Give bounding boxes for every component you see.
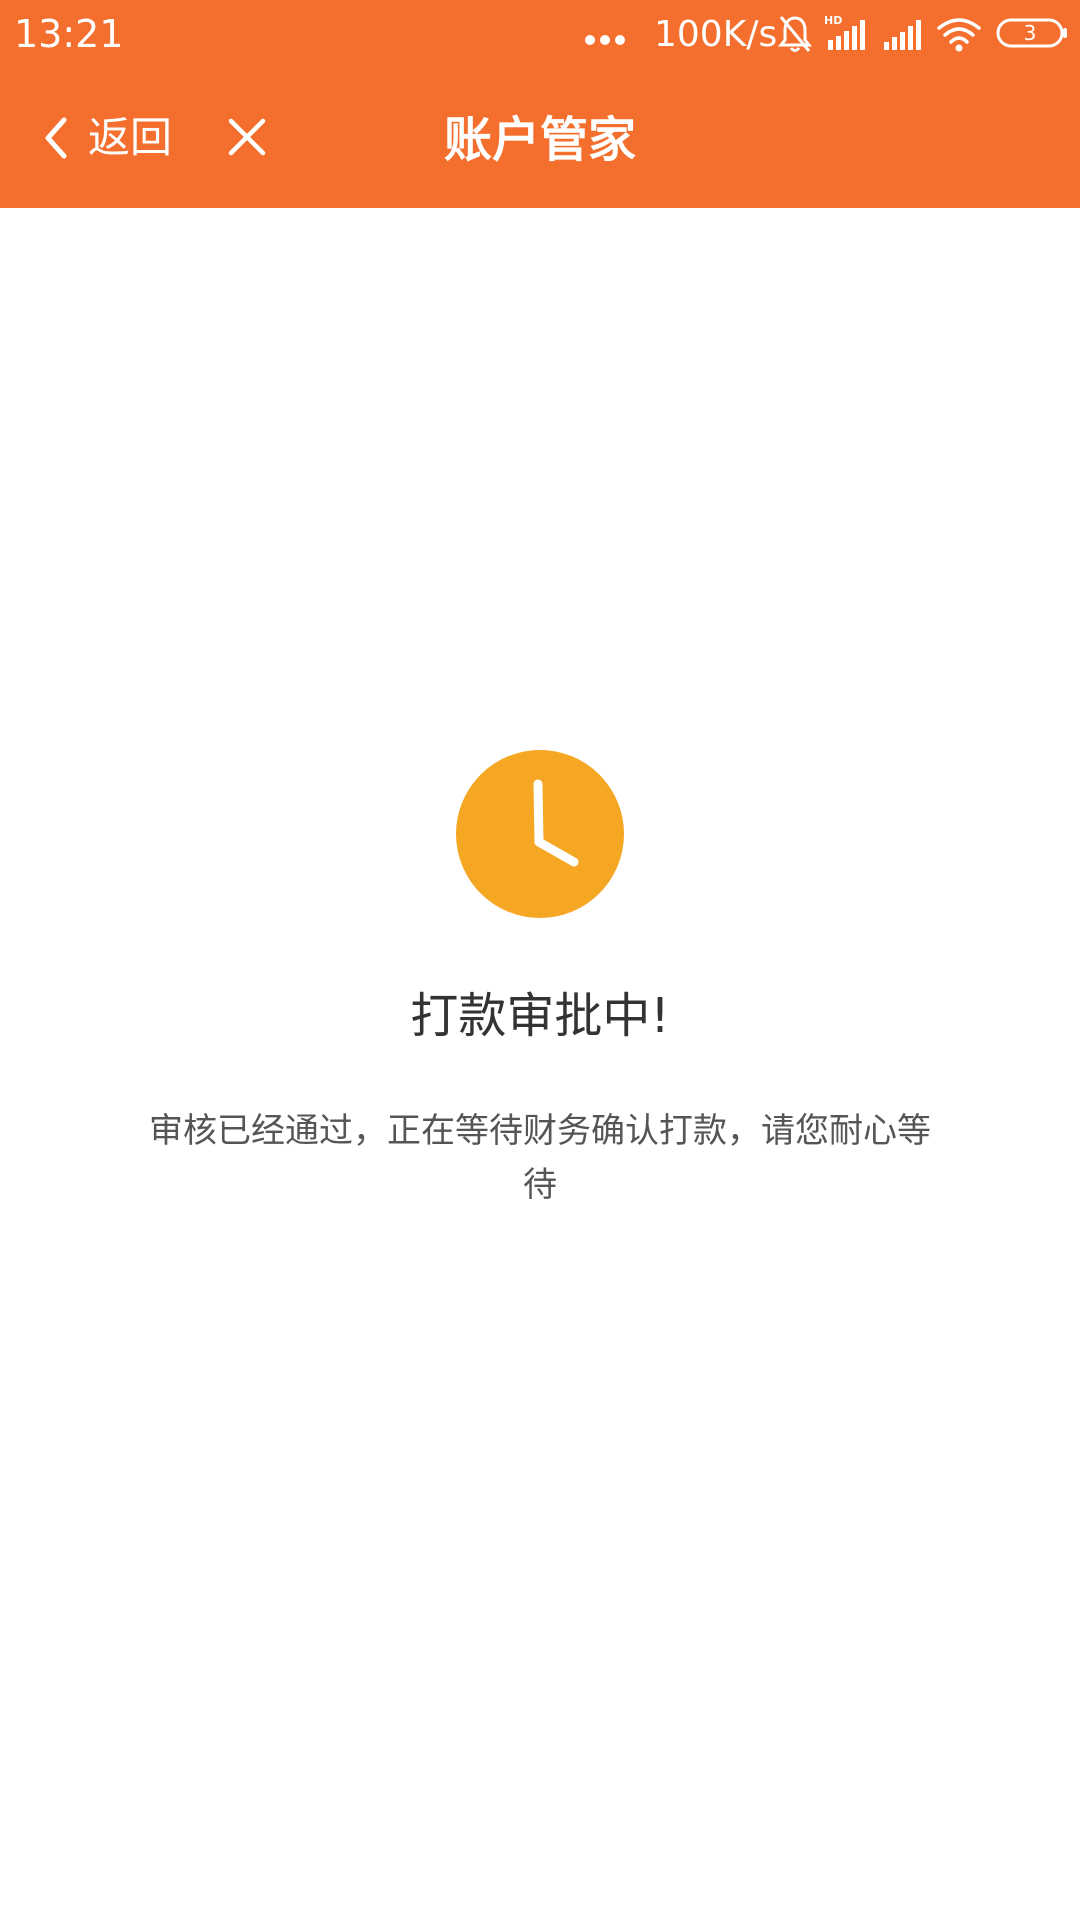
page-title: 账户管家	[443, 112, 636, 168]
svg-text:HD: HD	[824, 14, 842, 27]
battery-level: 3	[1023, 21, 1037, 45]
nav-bar: 返回 账户管家	[0, 70, 1080, 208]
status-description: 审核已经通过，正在等待财务确认打款，请您耐心等待	[149, 1111, 931, 1205]
close-icon[interactable]	[226, 116, 268, 158]
clock-icon	[456, 750, 624, 918]
signal-icon	[884, 20, 921, 50]
back-label: 返回	[88, 113, 173, 162]
hd-signal-icon: HD	[824, 14, 865, 50]
chevron-left-icon	[45, 117, 67, 159]
status-time: 13:21	[14, 12, 124, 56]
screen: 13:21 100K/s HD 3 返回 账户管家 打款审批中! 审核已经通过，…	[0, 0, 1080, 1920]
back-button[interactable]: 返回	[30, 106, 190, 170]
status-bar: 13:21 100K/s HD 3	[0, 0, 1080, 70]
more-dots-icon	[585, 35, 625, 45]
wifi-icon	[937, 18, 981, 52]
header: 13:21 100K/s HD 3 返回 账户管家	[0, 0, 1080, 208]
mute-bell-icon	[778, 16, 812, 52]
battery-icon: 3	[996, 18, 1068, 48]
status-title: 打款审批中!	[410, 988, 670, 1044]
network-speed: 100K/s	[654, 14, 778, 55]
